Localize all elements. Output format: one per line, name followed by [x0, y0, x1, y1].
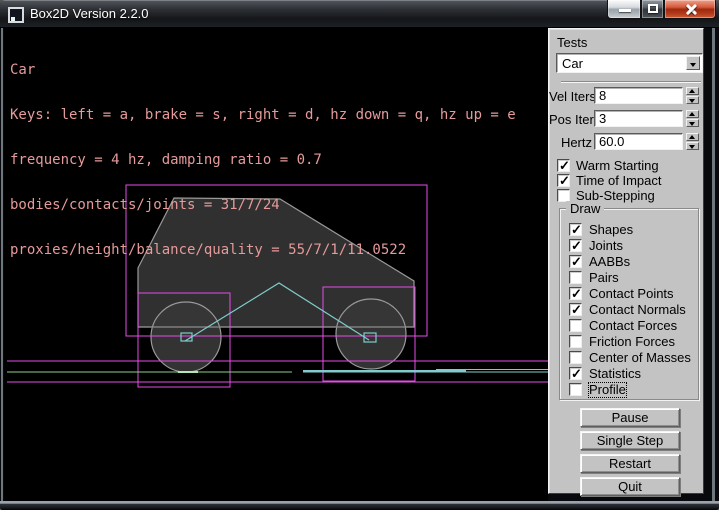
- spinner-up-icon[interactable]: [686, 110, 699, 118]
- checkbox-box: [569, 351, 582, 364]
- spinner-up-icon[interactable]: [686, 87, 699, 95]
- checkbox-box: [557, 174, 570, 187]
- stats-proxies-text: proxies/height/balance/quality = 55/7/1/…: [10, 243, 516, 258]
- spinner-down-icon[interactable]: [686, 96, 699, 104]
- separator: [561, 81, 701, 83]
- checkbox-box: [569, 223, 582, 236]
- checkbox-label: Contact Normals: [589, 303, 686, 317]
- pos-iters-input[interactable]: [594, 110, 683, 127]
- stats-bodies-text: bodies/contacts/joints = 31/7/24: [10, 198, 516, 213]
- window-border-right: [712, 28, 715, 501]
- app-window: Box2D Version 2.2.0: [0, 0, 719, 510]
- debug-text-overlay: Car Keys: left = a, brake = s, right = d…: [10, 33, 516, 288]
- frequency-text: frequency = 4 hz, damping ratio = 0.7: [10, 153, 516, 168]
- hertz-input[interactable]: [594, 133, 683, 150]
- control-panel: Tests Car Vel Iters Pos Iters Hertz: [548, 28, 704, 494]
- checkbox-label: Warm Starting: [576, 159, 659, 173]
- draw-group-title: Draw: [566, 201, 604, 216]
- checkbox-box: [569, 271, 582, 284]
- checkbox-box: [569, 255, 582, 268]
- checkbox-box: [569, 303, 582, 316]
- pos-iters-label: Pos Iters: [549, 112, 592, 127]
- test-title-text: Car: [10, 63, 516, 78]
- checkbox-label: Contact Forces: [589, 319, 677, 333]
- checkbox-label: Time of Impact: [576, 174, 661, 188]
- checkbox-box: [569, 383, 582, 396]
- checkbox-label: Statistics: [589, 367, 641, 381]
- titlebar[interactable]: Box2D Version 2.2.0: [0, 0, 719, 28]
- checkbox-box: [569, 239, 582, 252]
- quit-button[interactable]: Quit: [580, 477, 680, 496]
- pause-button[interactable]: Pause: [580, 408, 680, 427]
- tests-dropdown-value: Car: [562, 56, 583, 71]
- spinner-down-icon[interactable]: [686, 142, 699, 150]
- minimize-icon: [619, 9, 631, 12]
- vel-iters-label: Vel Iters: [549, 89, 592, 104]
- dropdown-arrow-button[interactable]: [686, 56, 700, 70]
- single-step-button[interactable]: Single Step: [580, 431, 680, 450]
- checkbox-box: [569, 335, 582, 348]
- chevron-down-icon: [690, 63, 696, 70]
- window-controls: [607, 0, 716, 19]
- simulation-canvas[interactable]: Car Keys: left = a, brake = s, right = d…: [4, 28, 548, 501]
- checkbox-label: Pairs: [589, 271, 619, 285]
- restart-button[interactable]: Restart: [580, 454, 680, 473]
- checkbox-label: Contact Points: [589, 287, 674, 301]
- keys-help-text: Keys: left = a, brake = s, right = d, hz…: [10, 108, 516, 123]
- window-border-left: [1, 28, 3, 501]
- checkbox-box: [569, 367, 582, 380]
- checkbox-label: Profile: [589, 383, 626, 397]
- spinner-up-icon[interactable]: [686, 133, 699, 141]
- app-icon: [8, 7, 24, 23]
- checkbox-label: Shapes: [589, 223, 633, 237]
- checkbox-label: Joints: [589, 239, 623, 253]
- checkbox-box: [569, 319, 582, 332]
- close-button[interactable]: [664, 0, 716, 19]
- minimize-button[interactable]: [607, 0, 641, 19]
- checkbox-label: Friction Forces: [589, 335, 675, 349]
- window-title: Box2D Version 2.2.0: [30, 0, 149, 28]
- window-border-bottom: [0, 501, 719, 510]
- hertz-spinner: [686, 133, 699, 150]
- tests-label: Tests: [557, 35, 587, 50]
- maximize-icon: [648, 4, 658, 13]
- vel-iters-input[interactable]: [594, 87, 683, 104]
- checkbox-box: [569, 287, 582, 300]
- tests-dropdown[interactable]: Car: [556, 53, 703, 73]
- maximize-button[interactable]: [641, 0, 664, 19]
- checkbox-box: [557, 159, 570, 172]
- checkbox-label: Center of Masses: [589, 351, 691, 365]
- spinner-down-icon[interactable]: [686, 119, 699, 127]
- checkbox-label: AABBs: [589, 255, 630, 269]
- contact-point-rear: [178, 371, 198, 373]
- vel-iters-spinner: [686, 87, 699, 104]
- pos-iters-spinner: [686, 110, 699, 127]
- car-wheel-front: [336, 299, 406, 369]
- hertz-label: Hertz: [549, 135, 592, 150]
